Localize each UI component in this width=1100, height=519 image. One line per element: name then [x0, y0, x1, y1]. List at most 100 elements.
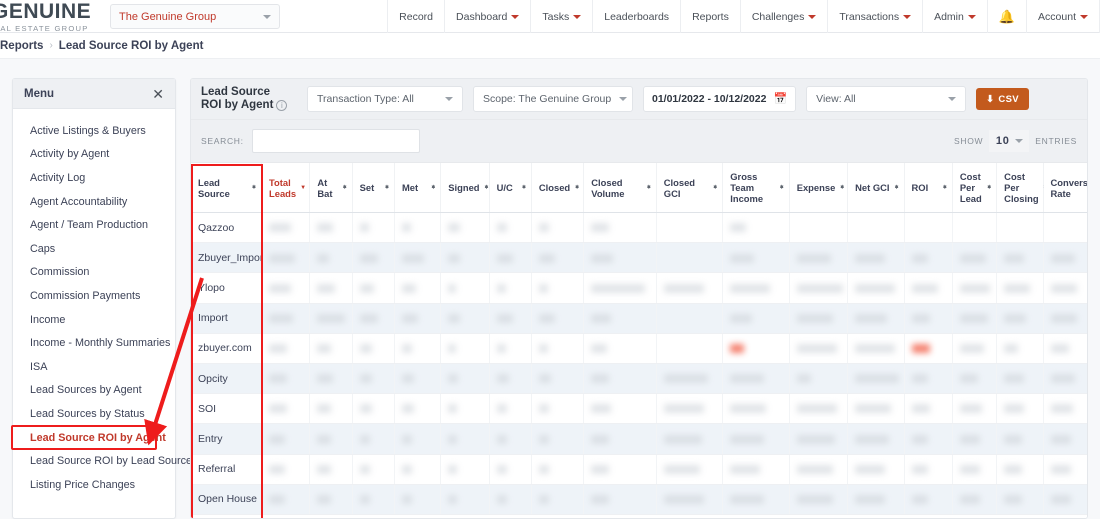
nav-item-reports[interactable]: Reports [680, 0, 740, 33]
redacted-value [317, 404, 332, 414]
redacted-value [496, 404, 507, 414]
sidebar-item-listing-price-changes[interactable]: Listing Price Changes [13, 473, 175, 497]
transaction-type-select[interactable]: Transaction Type: All [307, 86, 463, 112]
redacted-value [538, 464, 549, 474]
sidebar-item-lead-source-roi-by-lead-source[interactable]: Lead Source ROI by Lead Source [13, 449, 192, 473]
sort-icon[interactable]: ▲▼ [986, 184, 992, 191]
table-row[interactable]: Zbuyer_Import [191, 242, 1087, 274]
column-header-label: Signed [448, 182, 480, 193]
entries-label: ENTRIES [1035, 136, 1077, 146]
cell-redacted [722, 212, 790, 244]
sort-icon[interactable]: ▲▼ [839, 184, 845, 191]
sort-icon[interactable]: ▲▼ [342, 184, 348, 191]
sort-icon[interactable]: ▲▼ [521, 184, 527, 191]
column-header-closed[interactable]: Closed ▲ ▼ [531, 163, 585, 213]
search-input[interactable] [251, 129, 420, 153]
sidebar-item-commission[interactable]: Commission [13, 261, 175, 285]
sort-icon[interactable]: ▲▼ [574, 184, 580, 191]
column-header-net-gci[interactable]: Net GCI ▲ ▼ [847, 163, 905, 213]
info-icon[interactable]: i [276, 100, 288, 111]
column-header-set[interactable]: Set ▲ ▼ [352, 163, 395, 213]
cell-redacted [440, 393, 490, 425]
column-header-total-leads[interactable]: Total Leads ▼ [261, 163, 311, 213]
nav-item-account[interactable]: Account [1026, 0, 1100, 33]
sidebar-item-activity-log[interactable]: Activity Log [13, 166, 175, 190]
sidebar-item-income[interactable]: Income [13, 308, 175, 332]
breadcrumb-parent[interactable]: Reports [0, 40, 43, 52]
cell-redacted [996, 423, 1044, 455]
sort-icon[interactable]: ▲▼ [251, 184, 257, 191]
redacted-value [538, 434, 549, 444]
sidebar-item-agent-team-production[interactable]: Agent / Team Production [13, 213, 175, 237]
nav-item-dashboard[interactable]: Dashboard [444, 0, 530, 33]
nav-item-tasks[interactable]: Tasks [530, 0, 592, 33]
cell-redacted [722, 242, 790, 274]
redacted-value [591, 404, 612, 414]
sort-icon[interactable]: ▲▼ [712, 184, 718, 191]
cell-redacted [309, 363, 353, 395]
nav-item-admin[interactable]: Admin [922, 0, 987, 33]
column-header-gross-team-income[interactable]: Gross Team Income ▲ ▼ [722, 163, 790, 213]
column-header-cost-per-closing[interactable]: Cost Per Closing▲▼ [996, 163, 1048, 213]
redacted-value [730, 283, 771, 293]
table-row[interactable]: Qazzoo [191, 212, 1087, 244]
view-select[interactable]: View: All [806, 86, 967, 112]
column-header-conversion-rate[interactable]: Conversion Rate [1043, 163, 1087, 213]
table-row[interactable]: Opcity [191, 363, 1087, 395]
column-header-signed[interactable]: Signed ▲ ▼ [440, 163, 490, 213]
sort-icon[interactable]: ▲▼ [894, 184, 900, 191]
redacted-value [959, 283, 990, 293]
table-row[interactable]: SOI [191, 393, 1087, 425]
cell-redacted [656, 363, 724, 395]
table-row[interactable]: Import [191, 303, 1087, 334]
sidebar-item-income-monthly-summaries[interactable]: Income - Monthly Summaries [13, 331, 175, 355]
column-header-closed-volume[interactable]: Closed Volume ▲ ▼ [583, 163, 657, 213]
column-header-lead-source[interactable]: Lead Source ▲ ▼ [191, 163, 262, 213]
sidebar-item-caps[interactable]: Caps [13, 237, 175, 261]
sidebar-item-agent-accountability[interactable]: Agent Accountability [13, 190, 175, 214]
notifications-button[interactable]: 🔔 [986, 0, 1026, 33]
sort-icon[interactable]: ▲▼ [942, 184, 948, 191]
redacted-value [317, 253, 330, 263]
sidebar-item-lead-source-roi-by-agent[interactable]: Lead Source ROI by Agent [13, 426, 175, 450]
nav-item-transactions[interactable]: Transactions [827, 0, 922, 33]
table-row[interactable]: Ylopo [191, 272, 1087, 304]
export-csv-button[interactable]: ⬇ CSV [976, 88, 1029, 110]
sort-icon[interactable]: ▲▼ [646, 184, 652, 191]
date-range-picker[interactable]: 01/01/2022 - 10/12/2022 📅 [643, 86, 797, 112]
nav-item-leaderboards[interactable]: Leaderboards [592, 0, 680, 33]
close-icon[interactable]: ✕ [152, 87, 164, 101]
sort-icon[interactable]: ▲▼ [430, 184, 436, 191]
sort-icon[interactable]: ▲▼ [779, 184, 785, 191]
sort-icon[interactable]: ▲▼ [384, 184, 390, 191]
column-header-met[interactable]: Met ▲ ▼ [394, 163, 442, 213]
redacted-value [730, 434, 765, 444]
sidebar-item-lead-sources-by-status[interactable]: Lead Sources by Status [13, 402, 175, 426]
group-selector[interactable]: The Genuine Group [110, 4, 280, 29]
column-header-cost-per-lead[interactable]: Cost Per Lead ▲ ▼ [952, 163, 998, 213]
redacted-value [1004, 313, 1027, 323]
table-row[interactable]: Referral [191, 454, 1087, 485]
table-row[interactable]: Open House [191, 484, 1087, 515]
scope-select[interactable]: Scope: The Genuine Group [473, 86, 633, 112]
sidebar-item-commission-payments[interactable]: Commission Payments [13, 284, 175, 308]
sidebar-item-activity-by-agent[interactable]: Activity by Agent [13, 143, 175, 167]
entries-select[interactable]: 10 [989, 130, 1030, 152]
column-header-expense[interactable]: Expense ▲ ▼ [789, 163, 849, 213]
table-row[interactable]: Entry [191, 423, 1087, 455]
column-header-label: Net GCI [855, 182, 890, 193]
column-header-closed-gci[interactable]: Closed GCI ▲ ▼ [656, 163, 724, 213]
cell-redacted [904, 454, 953, 485]
sidebar-item-active-listings-buyers[interactable]: Active Listings & Buyers [13, 119, 175, 143]
cell-redacted [583, 423, 657, 455]
column-header-u-c[interactable]: U/C ▲ ▼ [489, 163, 532, 213]
redacted-value [448, 313, 461, 323]
column-header-at-bat[interactable]: At Bat ▲ ▼ [309, 163, 353, 213]
brand-logo[interactable]: GENUINE EAL ESTATE GROUP [0, 0, 100, 33]
column-header-roi[interactable]: ROI ▲ ▼ [904, 163, 953, 213]
table-row[interactable]: zbuyer.com [191, 333, 1087, 364]
sidebar-item-isa[interactable]: ISA [13, 355, 175, 379]
nav-item-challenges[interactable]: Challenges [739, 0, 828, 33]
sidebar-item-lead-sources-by-agent[interactable]: Lead Sources by Agent [13, 379, 175, 403]
nav-item-record[interactable]: Record [387, 0, 444, 33]
